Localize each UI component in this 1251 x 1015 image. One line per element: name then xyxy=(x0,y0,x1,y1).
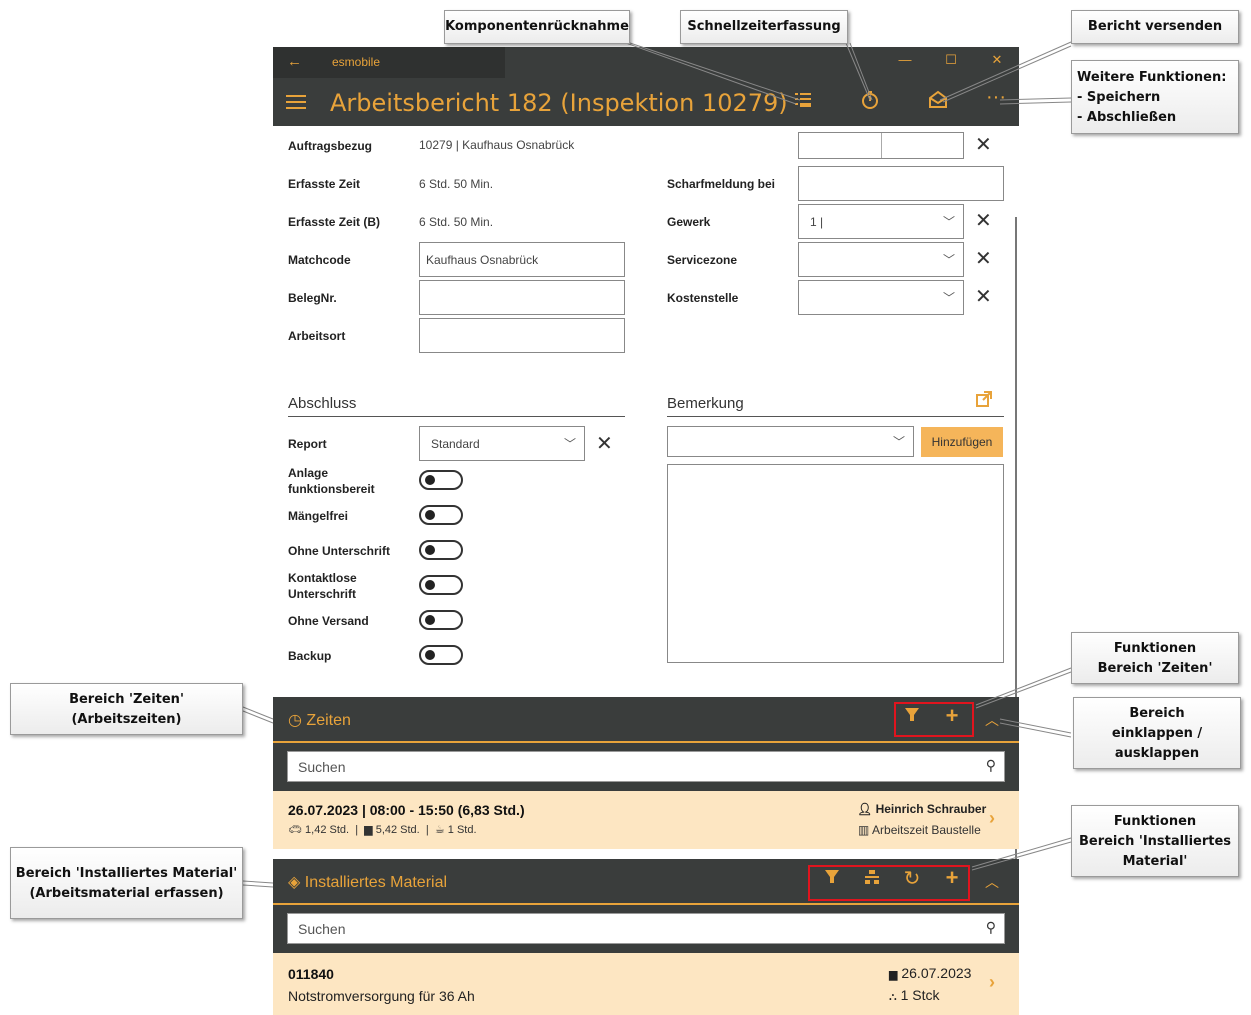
callout-bereich-zeiten-line1: Bereich 'Zeiten' xyxy=(69,692,184,707)
callout-funk-zeiten-line2: Bereich 'Zeiten' xyxy=(1097,661,1213,676)
callout-einklappen-line3: ausklappen xyxy=(1114,746,1200,761)
callout-einklappen: Bereich einklappen / ausklappen xyxy=(1073,697,1241,769)
callout-bereich-mat-line1: Bereich 'Installiertes Material' xyxy=(15,866,238,881)
callout-bereich-zeiten-line2: (Arbeitszeiten) xyxy=(71,712,182,727)
callout-schnellzeiterfassung: Schnellzeiterfassung xyxy=(680,10,848,44)
callout-weitere-line2: - Speichern xyxy=(1077,90,1161,105)
callout-weitere-line1: Weitere Funktionen: xyxy=(1077,70,1227,85)
callout-einklappen-line1: Bereich xyxy=(1129,706,1185,721)
callout-einklappen-line2: einklappen / xyxy=(1111,726,1203,741)
callout-bereich-zeiten: Bereich 'Zeiten' (Arbeitszeiten) xyxy=(10,683,243,735)
callout-funktionen-material: Funktionen Bereich 'Installiertes Materi… xyxy=(1071,805,1239,877)
callout-funk-mat-line1: Funktionen xyxy=(1113,814,1197,829)
callout-bericht-versenden: Bericht versenden xyxy=(1071,10,1239,44)
callout-komponentenruecknahme: Komponentenrücknahme xyxy=(444,10,630,44)
callout-funk-mat-line2: Bereich 'Installiertes xyxy=(1078,834,1232,849)
callout-weitere-funktionen: Weitere Funktionen: - Speichern - Abschl… xyxy=(1071,60,1239,134)
callout-funk-mat-line3: Material' xyxy=(1122,854,1188,869)
callout-bereich-material: Bereich 'Installiertes Material' (Arbeit… xyxy=(10,847,243,919)
callout-funk-zeiten-line1: Funktionen xyxy=(1113,641,1197,656)
callout-bereich-mat-line2: (Arbeitsmaterial erfassen) xyxy=(29,886,224,901)
callout-weitere-line3: - Abschließen xyxy=(1077,110,1177,125)
callout-funktionen-zeiten: Funktionen Bereich 'Zeiten' xyxy=(1071,632,1239,684)
